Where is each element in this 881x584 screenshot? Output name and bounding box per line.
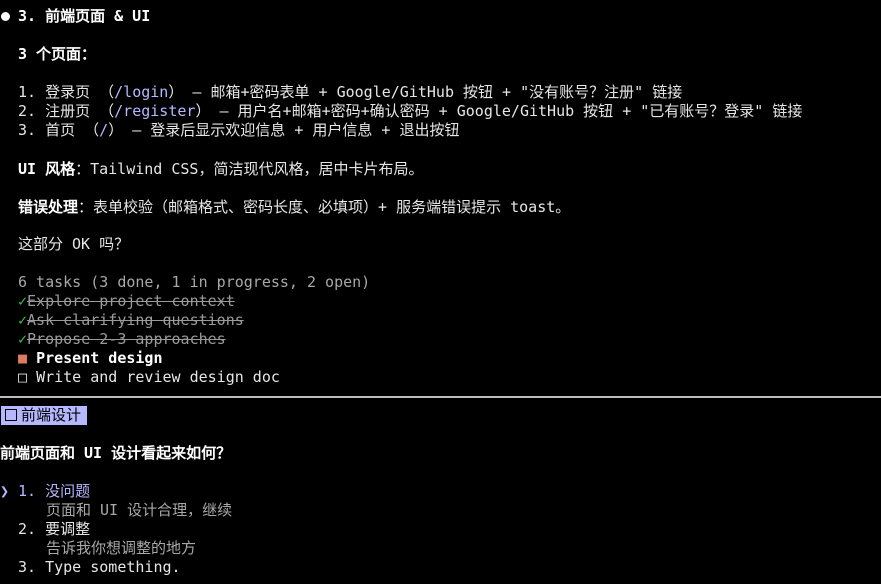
page-item-home: 3. 首页 （/） – 登录后显示欢迎信息 + 用户信息 + 退出按钮 xyxy=(18,121,460,139)
option-3-type-something[interactable]: 3. Type something. xyxy=(18,558,181,577)
option-2-description: 告诉我你想调整的地方 xyxy=(46,539,197,557)
task-item: ✓Explore project context xyxy=(18,292,235,310)
check-icon: ✓ xyxy=(18,330,28,348)
status-bullet-icon xyxy=(1,12,10,21)
square-outline-icon: □ xyxy=(18,368,28,386)
option-2[interactable]: 2. 要调整 xyxy=(18,520,90,539)
check-icon: ✓ xyxy=(18,311,28,329)
ui-style-line: UI 风格：Tailwind CSS，简洁现代风格，居中卡片布局。 xyxy=(18,160,424,178)
tasks-summary: 6 tasks (3 done, 1 in progress, 2 open) xyxy=(18,273,371,291)
section-heading: 3. 前端页面 & UI xyxy=(18,7,151,25)
option-1[interactable]: 1. 没问题 xyxy=(18,482,90,501)
checkbox-icon xyxy=(5,409,17,421)
prompt-tag: 前端设计 xyxy=(1,406,88,425)
task-item-open: □ Write and review design doc xyxy=(18,368,280,386)
square-filled-icon: ■ xyxy=(18,349,28,367)
option-1-description: 页面和 UI 设计合理，继续 xyxy=(46,501,233,519)
selection-pointer-icon: ❯ xyxy=(0,482,10,500)
divider xyxy=(0,396,881,398)
page-item-login: 1. 登录页 （/login） – 邮箱+密码表单 + Google/GitHu… xyxy=(18,83,683,101)
task-item-in-progress: ■ Present design xyxy=(18,349,163,367)
check-icon: ✓ xyxy=(18,292,28,310)
error-handling-line: 错误处理：表单校验（邮箱格式、密码长度、必填项）+ 服务端错误提示 toast。 xyxy=(18,198,571,216)
task-item: ✓Ask clarifying questions xyxy=(18,311,244,329)
page-item-register: 2. 注册页 （/register） – 用户名+邮箱+密码+确认密码 + Go… xyxy=(18,102,803,120)
pages-count: 3 个页面： xyxy=(18,45,97,63)
prompt-question: 前端页面和 UI 设计看起来如何？ xyxy=(0,444,232,462)
section-question: 这部分 OK 吗？ xyxy=(18,235,130,253)
task-item: ✓Propose 2-3 approaches xyxy=(18,330,226,348)
